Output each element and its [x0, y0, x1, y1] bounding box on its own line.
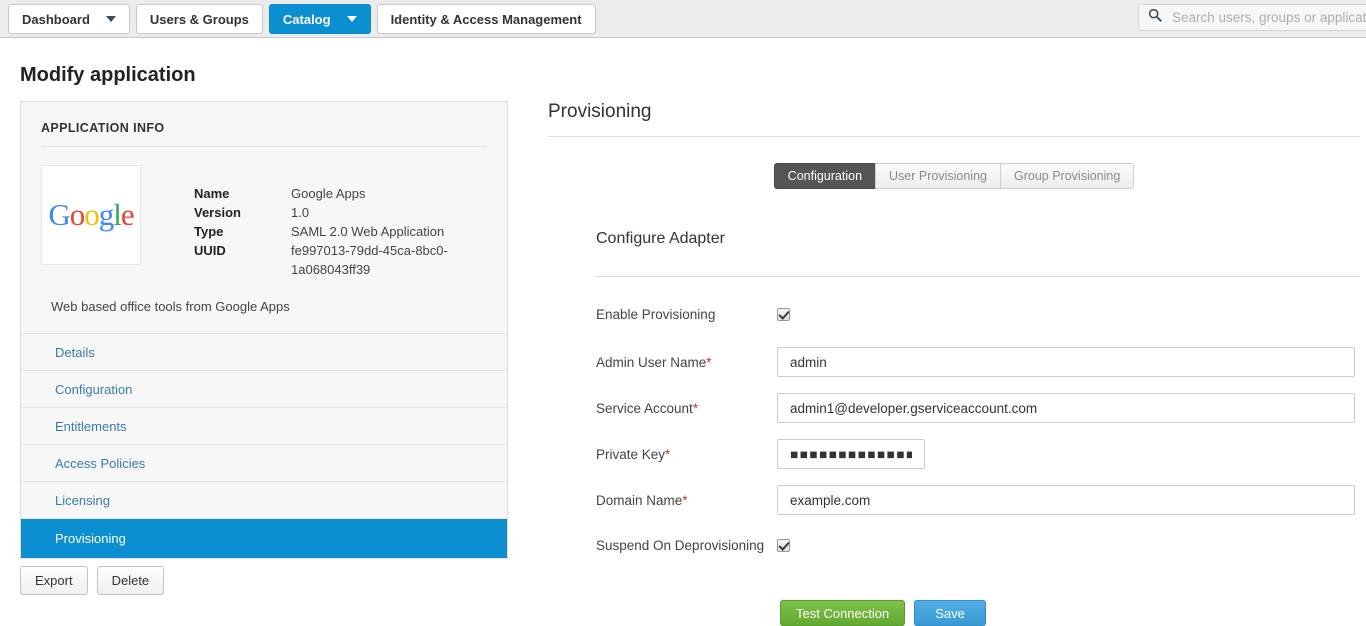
- meta-value: fe997013-79dd-45ca-8bc0-1a068043ff39: [291, 243, 448, 277]
- form-submit-row: Test Connection Save: [780, 600, 1360, 626]
- label-domain-name: Domain Name*: [596, 493, 777, 508]
- nav-tab-label: Users & Groups: [149, 11, 249, 27]
- panel-divider: [548, 136, 1360, 137]
- global-search[interactable]: [1138, 4, 1366, 31]
- label-suspend-on-deprovisioning: Suspend On Deprovisioning: [596, 538, 777, 553]
- application-meta-list: Name Google Apps Version 1.0 Type SAML 2.0 We…: [194, 165, 466, 279]
- provisioning-tab-group: Configuration User Provisioning Group Prov…: [548, 163, 1360, 189]
- google-wordmark-icon: Google: [48, 197, 134, 232]
- nav-tab-catalog[interactable]: Catalog: [268, 4, 371, 34]
- tab-label: Configuration: [787, 169, 863, 183]
- tab-group-provisioning[interactable]: Group Provisioning: [1000, 163, 1135, 189]
- export-button[interactable]: Export: [20, 566, 88, 595]
- input-service-account[interactable]: [777, 393, 1355, 423]
- form-row-enable-provisioning: Enable Provisioning: [596, 300, 1360, 329]
- tab-configuration[interactable]: Configuration: [773, 163, 876, 189]
- nav-tab-label: Catalog: [282, 11, 331, 27]
- meta-row: Version 1.0: [194, 203, 466, 222]
- configure-adapter-form: Enable ProvisioningAdmin User Name*Servi…: [596, 300, 1360, 560]
- required-asterisk: *: [706, 354, 712, 370]
- form-row-private-key: Private Key*: [596, 439, 1360, 469]
- delete-button[interactable]: Delete: [96, 566, 165, 595]
- meta-key: Version: [194, 205, 241, 220]
- label-text: Suspend On Deprovisioning: [596, 538, 765, 553]
- application-logo: Google: [41, 165, 141, 265]
- form-row-service-account: Service Account*: [596, 393, 1360, 423]
- chevron-down-icon: [346, 16, 357, 22]
- panel-title: Provisioning: [548, 101, 652, 122]
- sidebar-item-label: Details: [55, 344, 95, 360]
- checkbox-enable-provisioning[interactable]: [777, 308, 790, 321]
- meta-value: 1.0: [291, 205, 310, 220]
- test-connection-button[interactable]: Test Connection: [780, 600, 906, 626]
- meta-value: SAML 2.0 Web Application: [291, 224, 445, 239]
- meta-value: Google Apps: [291, 186, 366, 201]
- meta-key: Name: [194, 186, 230, 201]
- tab-label: User Provisioning: [889, 169, 987, 183]
- form-row-admin-user-name: Admin User Name*: [596, 347, 1360, 377]
- form-row-domain-name: Domain Name*: [596, 485, 1360, 515]
- meta-row: UUID fe997013-79dd-45ca-8bc0-1a068043ff39: [194, 241, 466, 279]
- sidebar-item-entitlements[interactable]: Entitlements: [21, 408, 507, 445]
- required-asterisk: *: [682, 492, 688, 508]
- required-asterisk: *: [665, 446, 671, 462]
- provisioning-panel: Provisioning Configuration User Provision…: [548, 101, 1360, 626]
- sidebar-item-label: Access Policies: [55, 455, 146, 471]
- label-text: Admin User Name: [596, 354, 707, 370]
- label-text: Domain Name: [596, 492, 683, 508]
- section-divider: [596, 276, 1360, 277]
- card-action-buttons: Export Delete: [20, 566, 165, 595]
- sidebar-item-details[interactable]: Details: [21, 334, 507, 371]
- meta-key: UUID: [194, 243, 226, 258]
- sidebar-item-label: Configuration: [55, 381, 133, 397]
- sidebar-item-configuration[interactable]: Configuration: [21, 371, 507, 408]
- search-icon: [1148, 8, 1162, 27]
- sidebar-item-provisioning[interactable]: Provisioning: [21, 519, 507, 558]
- label-service-account: Service Account*: [596, 401, 777, 416]
- sidebar-item-licensing[interactable]: Licensing: [21, 482, 507, 519]
- application-summary: Google Name Google Apps Version 1.0 Type SAML…: [21, 147, 507, 279]
- page-title: Modify application: [20, 64, 196, 86]
- label-enable-provisioning: Enable Provisioning: [596, 307, 777, 322]
- label-private-key: Private Key*: [596, 447, 777, 462]
- input-admin-user-name[interactable]: [777, 347, 1355, 377]
- sidebar-item-label: Provisioning: [55, 531, 126, 546]
- chevron-down-icon: [105, 16, 116, 22]
- nav-tab-identity-access-management[interactable]: Identity & Access Management: [376, 4, 596, 34]
- save-button[interactable]: Save: [914, 600, 986, 626]
- application-info-card: APPLICATION INFO Google Name Google Apps V…: [20, 101, 508, 559]
- label-admin-user-name: Admin User Name*: [596, 355, 777, 370]
- nav-tab-list: Dashboard Users & Groups Catalog Identity &…: [8, 0, 602, 38]
- application-info-heading: APPLICATION INFO: [41, 121, 165, 135]
- tab-label: Group Provisioning: [1014, 169, 1121, 183]
- label-text: Service Account: [596, 400, 693, 416]
- tab-user-provisioning[interactable]: User Provisioning: [875, 163, 1000, 189]
- application-description: Web based office tools from Google Apps: [51, 299, 290, 314]
- input-domain-name[interactable]: [777, 485, 1355, 515]
- input-private-key[interactable]: [777, 439, 925, 469]
- sidebar-item-access-policies[interactable]: Access Policies: [21, 445, 507, 482]
- sidebar-item-label: Licensing: [55, 492, 110, 508]
- nav-tab-users-groups[interactable]: Users & Groups: [135, 4, 263, 34]
- label-text: Private Key: [596, 446, 666, 462]
- nav-tab-label: Dashboard: [22, 11, 90, 27]
- meta-key: Type: [194, 224, 224, 239]
- top-navigation-bar: Dashboard Users & Groups Catalog Identity &…: [0, 0, 1366, 38]
- form-row-suspend-on-deprovisioning: Suspend On Deprovisioning: [596, 531, 1360, 560]
- sidebar-item-label: Entitlements: [55, 418, 127, 434]
- nav-tab-label: Identity & Access Management: [390, 11, 582, 27]
- application-section-nav: Details Configuration Entitlements Access P…: [21, 333, 507, 558]
- meta-row: Name Google Apps: [194, 184, 466, 203]
- meta-row: Type SAML 2.0 Web Application: [194, 222, 466, 241]
- label-text: Enable Provisioning: [596, 307, 716, 322]
- nav-tab-dashboard[interactable]: Dashboard: [8, 4, 130, 34]
- required-asterisk: *: [692, 400, 699, 416]
- search-input[interactable]: [1170, 9, 1366, 26]
- checkbox-suspend-on-deprovisioning[interactable]: [777, 539, 790, 552]
- section-title: Configure Adapter: [596, 230, 725, 247]
